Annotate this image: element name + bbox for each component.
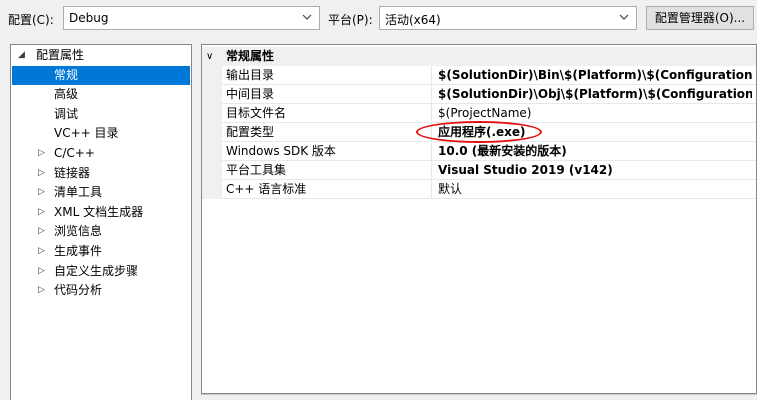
tree-item-label: 自定义生成步骤 <box>54 263 139 278</box>
property-value[interactable]: 默认 <box>438 180 752 198</box>
tree-item-label: C/C++ <box>54 146 95 160</box>
tree-item-label: 生成事件 <box>54 244 103 258</box>
property-name: C++ 语言标准 <box>226 180 432 198</box>
tree-item-label: XML 文档生成器 <box>54 204 144 219</box>
row-gutter <box>202 142 222 161</box>
property-name: 配置类型 <box>226 123 432 141</box>
row-gutter <box>202 85 222 104</box>
config-label: 配置(C): <box>8 13 54 27</box>
description-pane-edge <box>201 394 757 400</box>
property-name: 输出目录 <box>226 66 432 84</box>
row-gutter <box>202 161 222 180</box>
collapsed-arrow-icon[interactable]: ▷ <box>38 262 45 281</box>
collapsed-arrow-icon[interactable]: ▷ <box>38 222 45 241</box>
tree-item[interactable]: ▷ 自定义生成步骤 <box>12 262 190 281</box>
property-row[interactable]: C++ 语言标准 默认 <box>202 180 756 199</box>
property-value[interactable]: 10.0 (最新安装的版本) <box>438 142 752 160</box>
row-gutter <box>202 180 222 199</box>
collapsed-arrow-icon[interactable]: ▷ <box>38 281 45 300</box>
chevron-down-icon[interactable]: ∨ <box>206 47 213 66</box>
property-value[interactable]: $(SolutionDir)\Obj\$(Platform)\$(Configu… <box>438 85 752 103</box>
tree-item[interactable]: VC++ 目录 <box>12 124 190 143</box>
tree-item[interactable]: 高级 <box>12 85 190 104</box>
expanded-arrow-icon[interactable]: ◢ <box>18 46 25 65</box>
property-grid[interactable]: ∨ 常规属性 输出目录 $(SolutionDir)\Bin\$(Platform… <box>201 44 757 394</box>
tree-item[interactable]: ▷ 浏览信息 <box>12 222 190 241</box>
tree-item[interactable]: 常规 <box>12 65 190 85</box>
property-tree[interactable]: ◢ 配置属性常规高级调试 VC++ 目录 ▷ C/C++ ▷ 链接器 ▷ 清单工具 ▷ XML 文档… <box>10 44 192 400</box>
tree-item-label: 链接器 <box>54 165 91 180</box>
row-gutter <box>202 104 222 123</box>
tree-item-label: 浏览信息 <box>54 224 103 239</box>
config-dropdown[interactable]: Debug <box>63 6 320 30</box>
property-name: 目标文件名 <box>226 104 432 122</box>
property-value[interactable]: Visual Studio 2019 (v142) <box>438 161 752 179</box>
config-value: Debug <box>69 11 109 25</box>
collapsed-arrow-icon[interactable]: ▷ <box>38 203 45 222</box>
platform-value: 活动(x64) <box>385 13 441 27</box>
tree-item-label: 调试 <box>54 106 79 121</box>
property-name: 平台工具集 <box>226 161 432 179</box>
row-gutter <box>202 123 222 142</box>
tree-item[interactable]: ◢ 配置属性 <box>12 46 190 65</box>
row-gutter <box>202 66 222 85</box>
collapsed-arrow-icon[interactable]: ▷ <box>38 164 45 183</box>
property-row[interactable]: 中间目录 $(SolutionDir)\Obj\$(Platform)\$(Con… <box>202 85 756 104</box>
property-name: 中间目录 <box>226 85 432 103</box>
tree-item[interactable]: ▷ C/C++ <box>12 144 190 163</box>
tree-item[interactable]: 调试 <box>12 105 190 124</box>
chevron-down-icon <box>302 14 312 20</box>
tree-item-label: 配置属性 <box>36 48 85 62</box>
property-row[interactable]: 配置类型 应用程序(.exe) <box>202 123 756 142</box>
tree-item[interactable]: ▷ 代码分析 <box>12 281 190 300</box>
tree-item[interactable]: ▷ XML 文档生成器 <box>12 203 190 222</box>
tree-item[interactable]: ▷ 清单工具 <box>12 183 190 202</box>
platform-dropdown[interactable]: 活动(x64) <box>379 6 637 30</box>
collapsed-arrow-icon[interactable]: ▷ <box>38 144 45 163</box>
property-row[interactable]: 输出目录 $(SolutionDir)\Bin\$(Platform)\$(Con… <box>202 66 756 85</box>
category-label: 常规属性 <box>226 49 275 63</box>
property-row[interactable]: 平台工具集 Visual Studio 2019 (v142) <box>202 161 756 180</box>
tree-item-label: VC++ 目录 <box>54 126 119 141</box>
property-name: Windows SDK 版本 <box>226 142 432 160</box>
property-row[interactable]: 目标文件名 $(ProjectName) <box>202 104 756 123</box>
platform-label: 平台(P): <box>328 13 373 27</box>
chevron-down-icon <box>619 14 629 20</box>
tree-item[interactable]: ▷ 链接器 <box>12 164 190 183</box>
collapsed-arrow-icon[interactable]: ▷ <box>38 183 45 202</box>
tree-item-label: 常规 <box>54 67 79 82</box>
tree-item-label: 高级 <box>54 87 79 102</box>
property-value[interactable]: $(SolutionDir)\Bin\$(Platform)\$(Configu… <box>438 66 752 84</box>
tree-item[interactable]: ▷ 生成事件 <box>12 242 190 261</box>
configuration-manager-button[interactable]: 配置管理器(O)... <box>646 6 754 30</box>
collapsed-arrow-icon[interactable]: ▷ <box>38 242 45 261</box>
property-value[interactable]: 应用程序(.exe) <box>438 123 752 141</box>
property-row[interactable]: Windows SDK 版本 10.0 (最新安装的版本) <box>202 142 756 161</box>
category-row[interactable]: ∨ 常规属性 <box>202 47 756 66</box>
tree-item-label: 代码分析 <box>54 283 103 298</box>
property-value[interactable]: $(ProjectName) <box>438 104 752 122</box>
tree-item-label: 清单工具 <box>54 185 103 200</box>
